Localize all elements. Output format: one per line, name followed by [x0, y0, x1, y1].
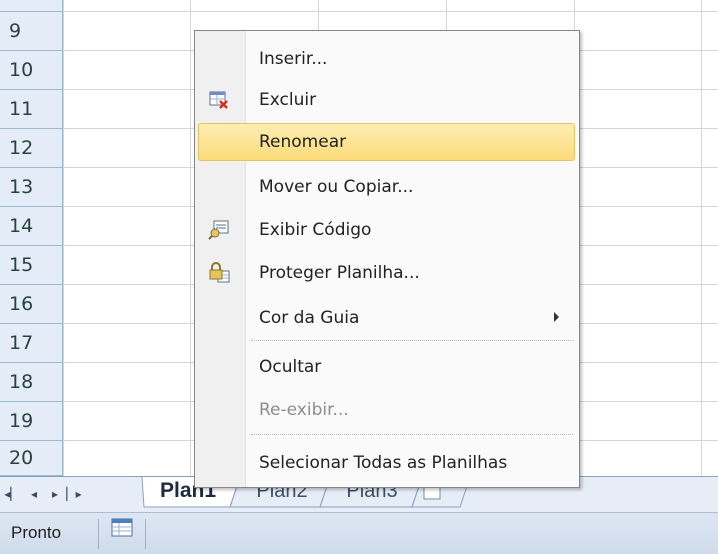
delete-sheet-icon	[208, 89, 230, 111]
row-header[interactable]: 13	[0, 168, 63, 207]
menu-item-mover-copiar[interactable]: Mover ou Copiar...	[195, 167, 579, 207]
row-header[interactable]: 9	[0, 12, 63, 51]
submenu-arrow-icon	[554, 312, 559, 322]
grid-line	[190, 0, 191, 476]
row-header[interactable]: 18	[0, 363, 63, 402]
menu-item-label: Inserir...	[259, 49, 328, 69]
macro-record-icon[interactable]	[111, 518, 133, 538]
menu-item-re-exibir: Re-exibir...	[195, 390, 579, 430]
menu-item-label: Mover ou Copiar...	[259, 177, 414, 197]
row-header-partial	[0, 0, 63, 12]
divider	[145, 519, 146, 549]
menu-item-ocultar[interactable]: Ocultar	[195, 347, 579, 387]
menu-item-selecionar-todas[interactable]: Selecionar Todas as Planilhas	[195, 443, 579, 483]
status-text: Pronto	[11, 523, 62, 542]
menu-item-exibir-codigo[interactable]: Exibir Código	[195, 210, 579, 250]
last-sheet-icon[interactable]: ▏▸	[66, 485, 81, 503]
menu-item-label: Renomear	[259, 132, 347, 152]
row-header[interactable]: 11	[0, 90, 63, 129]
menu-item-label: Proteger Planilha...	[259, 263, 420, 283]
row-header[interactable]: 19	[0, 402, 63, 441]
grid-line	[63, 0, 64, 476]
menu-separator	[251, 340, 573, 341]
row-header[interactable]: 14	[0, 207, 63, 246]
menu-highlight	[198, 123, 575, 161]
status-bar: Pronto	[0, 512, 718, 554]
grid-line	[63, 11, 718, 12]
row-header[interactable]: 16	[0, 285, 63, 324]
divider	[98, 519, 99, 549]
menu-item-label: Exibir Código	[259, 220, 372, 240]
first-sheet-icon[interactable]: ◂▏	[4, 485, 19, 503]
sheet-context-menu: Inserir... Excluir Renomear Mover ou Cop…	[194, 30, 580, 488]
menu-item-cor-da-guia[interactable]: Cor da Guia	[195, 298, 579, 338]
lock-sheet-icon	[208, 262, 230, 284]
menu-item-excluir[interactable]: Excluir	[195, 80, 579, 120]
row-header[interactable]: 10	[0, 51, 63, 90]
row-header[interactable]: 15	[0, 246, 63, 285]
next-sheet-icon[interactable]: ▸	[48, 485, 62, 503]
menu-item-proteger-planilha[interactable]: Proteger Planilha...	[195, 253, 579, 293]
menu-item-label: Ocultar	[259, 357, 322, 377]
row-header[interactable]: 20	[0, 441, 63, 476]
view-code-icon	[208, 219, 230, 241]
menu-item-label: Excluir	[259, 90, 317, 110]
menu-item-label: Re-exibir...	[259, 400, 349, 420]
menu-item-label: Selecionar Todas as Planilhas	[259, 453, 508, 473]
row-header[interactable]: 17	[0, 324, 63, 363]
menu-item-label: Cor da Guia	[259, 308, 360, 328]
prev-sheet-icon[interactable]: ◂	[27, 485, 41, 503]
menu-item-renomear[interactable]: Renomear	[195, 122, 579, 162]
row-header[interactable]: 12	[0, 129, 63, 168]
menu-item-inserir[interactable]: Inserir...	[195, 39, 579, 79]
grid-line	[701, 0, 702, 476]
menu-separator	[251, 434, 573, 435]
